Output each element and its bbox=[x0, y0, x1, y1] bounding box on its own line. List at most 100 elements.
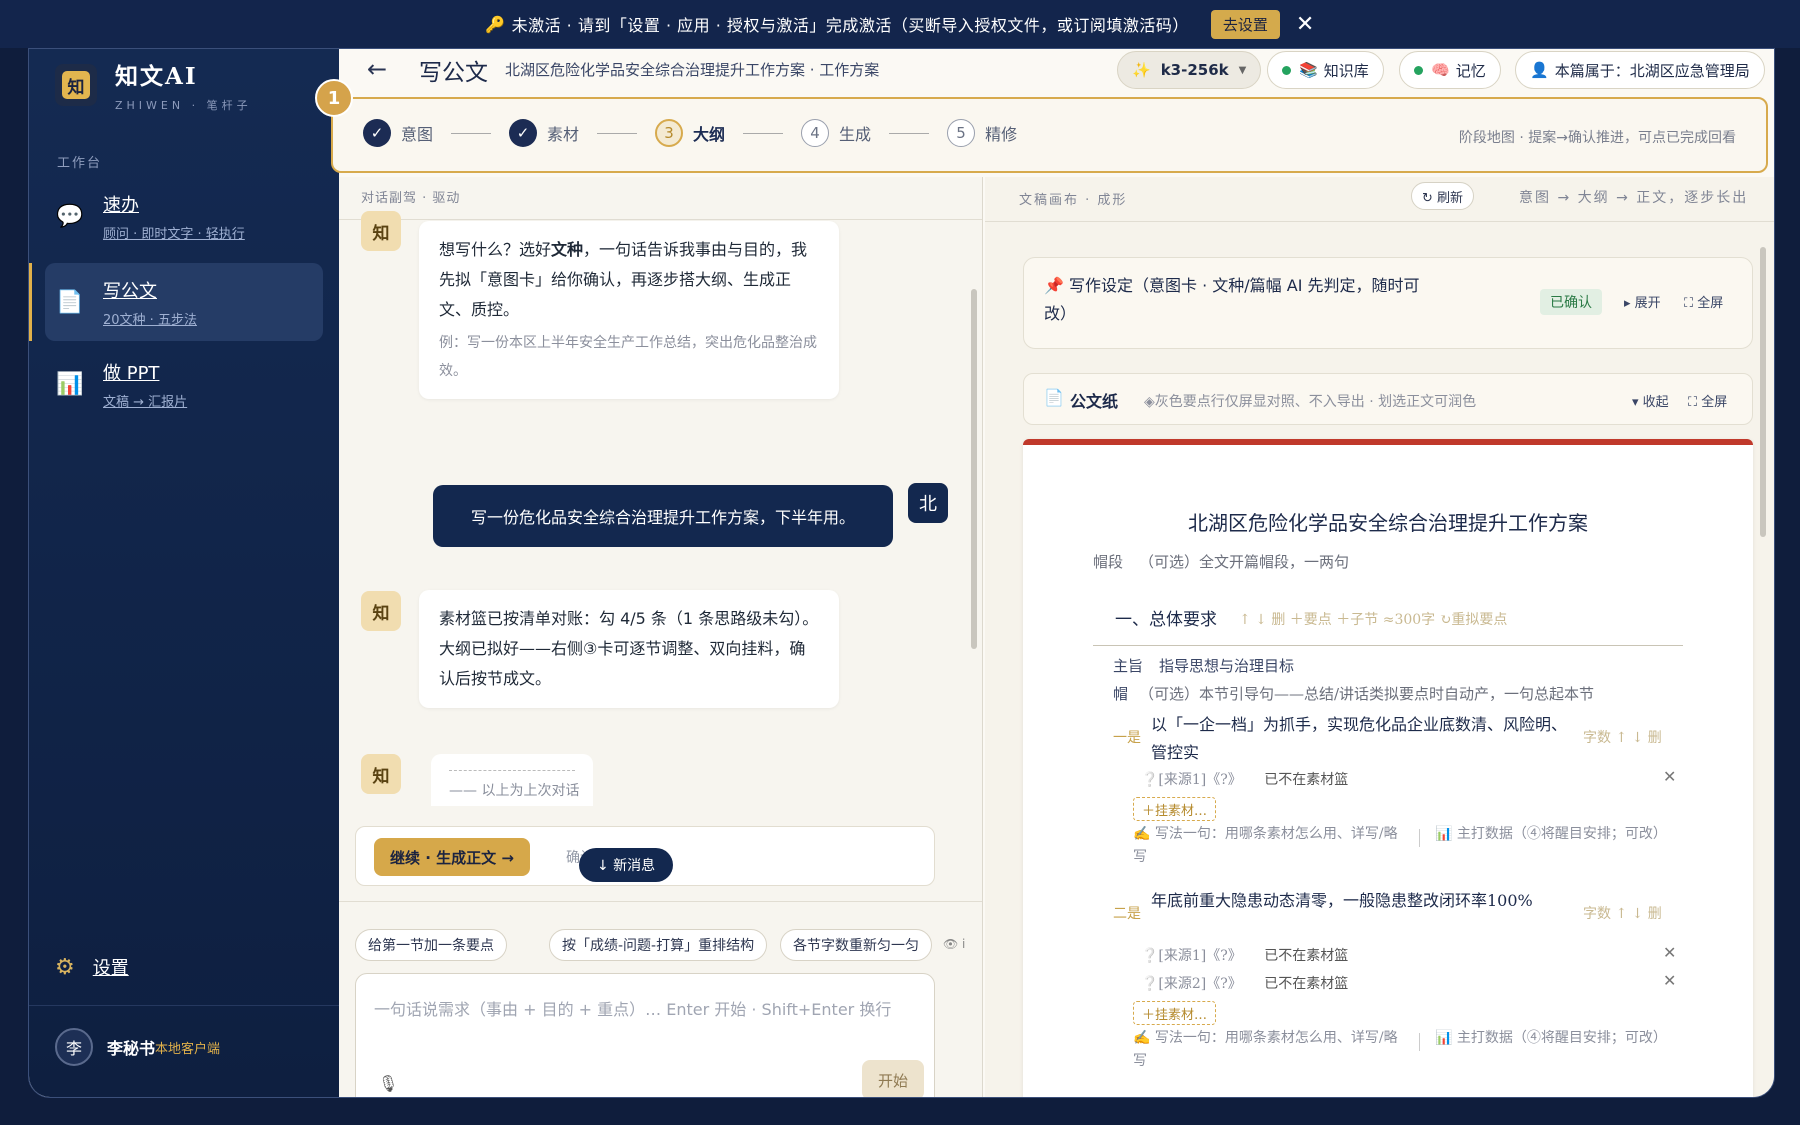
point-actions[interactable]: 字数 ↑ ↓ 删 bbox=[1583, 903, 1662, 923]
source-ref: ❔[来源1]《?》 bbox=[1141, 772, 1242, 788]
refresh-button[interactable]: ↻ 刷新 bbox=[1411, 182, 1475, 210]
point-label: 一是 bbox=[1113, 730, 1141, 746]
source-ref: ❔[来源2]《?》 bbox=[1141, 976, 1242, 992]
sidebar-item-sub: 20文种 · 五步法 bbox=[103, 312, 197, 328]
document-title[interactable]: 北湖区危险化学品安全综合治理提升工作方案 bbox=[1023, 507, 1753, 536]
suggestion-chip[interactable]: 按「成绩-问题-打算」重排结构 bbox=[549, 929, 768, 961]
step-label: 意图 bbox=[401, 125, 434, 144]
step-generate[interactable]: 4 生成 bbox=[801, 119, 871, 147]
paper-label: 公文纸 bbox=[1070, 392, 1119, 411]
source-row: ❔[来源1]《?》 已不在素材篮 bbox=[1141, 769, 1348, 789]
key-data-field[interactable]: 📊 主打数据（④将醒目安排；可改） bbox=[1435, 1027, 1667, 1050]
scrollbar[interactable] bbox=[1760, 247, 1766, 537]
scrollbar[interactable] bbox=[971, 289, 977, 649]
close-icon[interactable]: ✕ bbox=[1663, 767, 1676, 786]
knowledge-base-chip[interactable]: 📚 知识库 bbox=[1267, 51, 1384, 89]
step-outline[interactable]: 3 大纲 bbox=[655, 119, 725, 147]
chat-input[interactable]: 一句话说需求（事由 + 目的 + 重点）… Enter 开始 · Shift+E… bbox=[355, 973, 935, 1097]
cap-text[interactable]: （可选）全文开篇帽段，一两句 bbox=[1139, 551, 1349, 572]
document-icon: 📄 bbox=[1044, 388, 1064, 407]
previous-divider: —— 以上为上次对话 bbox=[431, 754, 593, 806]
microphone-icon[interactable]: 🎙 bbox=[378, 1074, 398, 1093]
bar-chart-icon: 📊 bbox=[56, 371, 84, 397]
user-profile[interactable]: 李 李秘书 本地客户端 bbox=[55, 1028, 220, 1066]
step-number: 3 bbox=[655, 119, 684, 147]
sidebar-item-quick[interactable]: 💬 速办 顾问 · 即时文字 · 轻执行 bbox=[45, 177, 323, 255]
step-refine[interactable]: 5 精修 bbox=[947, 119, 1017, 147]
document-icon: 📄 bbox=[56, 289, 84, 315]
stage-stepper: ✓ 意图 ✓ 素材 3 大纲 4 生成 5 精修 阶段地图 · 提案→确认推进，… bbox=[331, 97, 1768, 173]
document-canvas: 文稿画布 · 成形 ↻ 刷新 意图 → 大纲 → 正文，逐步长出 📌 写作设定（… bbox=[985, 177, 1774, 1097]
memory-chip[interactable]: 🧠 记忆 bbox=[1399, 51, 1501, 89]
go-settings-button[interactable]: 去设置 bbox=[1210, 9, 1280, 39]
key-data-field[interactable]: 📊 主打数据（④将醒目安排；可改） bbox=[1435, 823, 1667, 846]
howto-field[interactable]: ✍ 写法一句：用哪条素材怎么用、详写/略写 bbox=[1133, 1027, 1403, 1073]
suggestion-chip[interactable]: 给第一节加一条要点 bbox=[355, 929, 507, 961]
section-title[interactable]: 一、总体要求 bbox=[1115, 605, 1217, 630]
expand-button[interactable]: ▸ 展开 bbox=[1624, 292, 1661, 311]
step-material[interactable]: ✓ 素材 bbox=[509, 119, 579, 147]
step-connector bbox=[451, 132, 492, 134]
step-number: 5 bbox=[947, 119, 976, 147]
step-label: 生成 bbox=[839, 125, 872, 144]
sidebar-item-write-doc[interactable]: 📄 写公文 20文种 · 五步法 bbox=[45, 263, 323, 341]
new-message-button[interactable]: ↓ 新消息 bbox=[579, 848, 674, 882]
source-row: ❔[来源2]《?》 已不在素材篮 bbox=[1141, 973, 1348, 993]
point-text[interactable]: 以「一企一档」为抓手，实现危化品企业底数清、风险明、管控实 bbox=[1151, 711, 1571, 767]
owner-chip[interactable]: 👤 本篇属于：北湖区应急管理局 bbox=[1515, 51, 1765, 89]
bot-avatar: 知 bbox=[361, 211, 401, 251]
cap-text[interactable]: （可选）本节引导句——总结/讲话类拟要点时自动产，一句总起本节 bbox=[1139, 683, 1594, 704]
attach-material-button[interactable]: ＋挂素材… bbox=[1133, 1001, 1217, 1025]
message-example: 例：写一份本区上半年安全生产工作总结，突出危化品整治成效。 bbox=[439, 335, 817, 379]
step-connector bbox=[597, 132, 638, 134]
close-icon[interactable]: ✕ bbox=[1296, 12, 1315, 37]
source-ref: ❔[来源1]《?》 bbox=[1141, 948, 1242, 964]
step-number: 4 bbox=[801, 119, 830, 147]
attach-material-button[interactable]: ＋挂素材… bbox=[1133, 797, 1217, 821]
back-arrow-icon[interactable]: ← bbox=[367, 55, 387, 83]
knowledge-label: 知识库 bbox=[1323, 61, 1369, 80]
eye-icon[interactable]: 👁 i bbox=[943, 937, 965, 951]
suggestion-chip[interactable]: 各节字数重新匀一匀 bbox=[780, 929, 932, 961]
app-logo: 知 bbox=[55, 64, 97, 106]
step-intent[interactable]: ✓ 意图 bbox=[363, 119, 433, 147]
step-connector bbox=[743, 132, 784, 134]
chat-header: 对话副驾 · 驱动 bbox=[361, 191, 461, 206]
brand: 知 知文AI ZHIWEN · 笔杆子 bbox=[55, 57, 252, 113]
brain-icon: 🧠 bbox=[1431, 61, 1450, 79]
logo-char: 知 bbox=[62, 71, 90, 99]
divider bbox=[1419, 1033, 1420, 1051]
previous-note: —— 以上为上次对话 bbox=[449, 783, 580, 799]
section-actions[interactable]: ↑ ↓ 删 ＋要点 ＋子节 ≈300字 ↻重拟要点 bbox=[1239, 609, 1507, 629]
paper-hint: ◈灰色要点行仅屏显对照、不入导出 · 划选正文可润色 bbox=[1144, 394, 1477, 410]
message-bold: 文种 bbox=[551, 240, 584, 259]
step-connector bbox=[889, 132, 930, 134]
close-icon[interactable]: ✕ bbox=[1663, 943, 1676, 962]
app-name: 知文AI bbox=[115, 63, 198, 90]
memory-label: 记忆 bbox=[1455, 61, 1486, 80]
bot-message: 素材篮已按清单对账：勾 4/5 条（1 条思路级未勾）。大纲已拟好——右侧③卡可… bbox=[419, 590, 839, 708]
activation-banner: 🔑 未激活 · 请到「设置 · 应用 · 授权与激活」完成激活（买断导入授权文件… bbox=[0, 0, 1800, 48]
sidebar-item-ppt[interactable]: 📊 做 PPT 文稿 → 汇报片 bbox=[45, 345, 323, 423]
check-icon: ✓ bbox=[509, 119, 538, 147]
status-badge: 已确认 bbox=[1540, 289, 1602, 315]
canvas-flow-hint: 意图 → 大纲 → 正文，逐步长出 bbox=[1519, 190, 1749, 206]
point-text[interactable]: 年底前重大隐患动态清零，一般隐患整改闭环率100% bbox=[1151, 887, 1571, 915]
input-placeholder: 一句话说需求（事由 + 目的 + 重点）… Enter 开始 · Shift+E… bbox=[374, 1000, 892, 1019]
cap-label: 帽段 bbox=[1093, 553, 1124, 571]
howto-field[interactable]: ✍ 写法一句：用哪条素材怎么用、详写/略写 bbox=[1133, 823, 1403, 869]
start-button[interactable]: 开始 bbox=[862, 1060, 924, 1097]
close-icon[interactable]: ✕ bbox=[1663, 971, 1676, 990]
sidebar-item-settings[interactable]: ⚙ 设置 bbox=[55, 954, 129, 980]
point-actions[interactable]: 字数 ↑ ↓ 删 bbox=[1583, 727, 1662, 747]
step-label: 精修 bbox=[985, 125, 1018, 144]
gist-text[interactable]: 指导思想与治理目标 bbox=[1159, 655, 1294, 676]
canvas-header: 文稿画布 · 成形 bbox=[1019, 193, 1128, 208]
model-selector[interactable]: ✨ k3-256k ▼ bbox=[1117, 51, 1262, 89]
sidebar-item-label: 写公文 bbox=[103, 280, 157, 302]
user-avatar: 北 bbox=[908, 483, 948, 523]
continue-generate-button[interactable]: 继续 · 生成正文 → bbox=[374, 838, 530, 876]
collapse-button[interactable]: ▾ 收起 bbox=[1632, 391, 1669, 410]
fullscreen-button[interactable]: ⛶ 全屏 bbox=[1688, 391, 1727, 410]
fullscreen-button[interactable]: ⛶ 全屏 bbox=[1684, 292, 1723, 311]
